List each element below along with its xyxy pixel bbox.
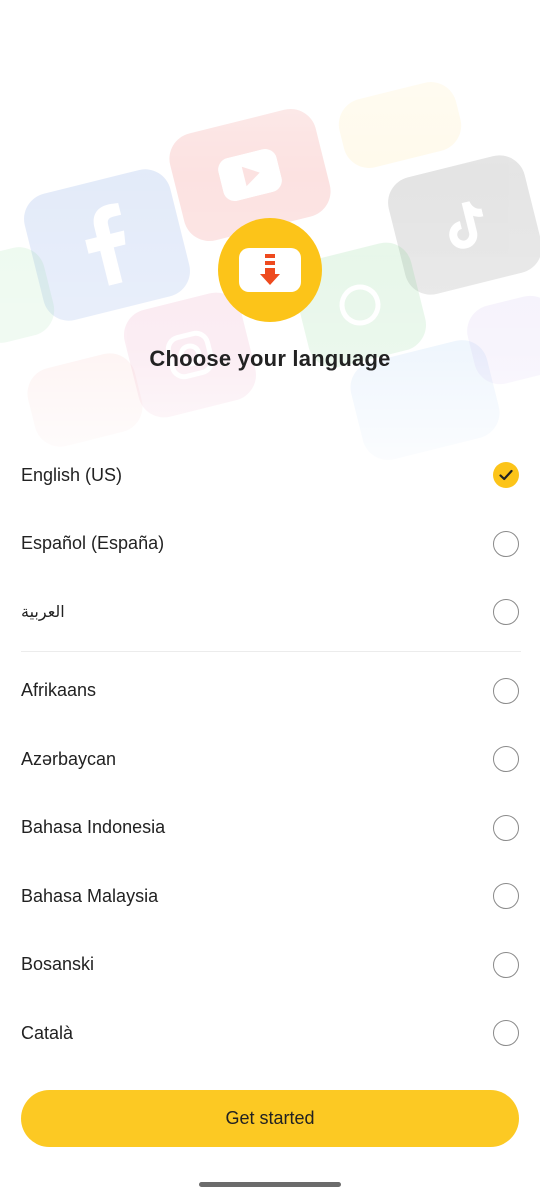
download-arrow-icon bbox=[260, 254, 280, 285]
radio-unselected[interactable] bbox=[493, 530, 519, 557]
get-started-button[interactable]: Get started bbox=[21, 1090, 519, 1147]
radio-unselected[interactable] bbox=[493, 599, 519, 626]
language-label: العربية bbox=[21, 604, 65, 622]
language-option-bahasa-malaysia[interactable]: Bahasa Malaysia bbox=[0, 862, 540, 931]
language-option-bahasa-indonesia[interactable]: Bahasa Indonesia bbox=[0, 794, 540, 863]
home-indicator[interactable] bbox=[199, 1182, 341, 1187]
language-label: Bosanski bbox=[21, 954, 95, 975]
language-list: English (US) Español (España) العربية Af… bbox=[0, 441, 540, 1068]
radio-unselected[interactable] bbox=[493, 1020, 519, 1047]
language-option-afrikaans[interactable]: Afrikaans bbox=[0, 657, 540, 726]
radio-unselected[interactable] bbox=[493, 883, 519, 910]
language-label: Azərbaycan bbox=[21, 748, 117, 769]
language-label: Español (España) bbox=[21, 533, 165, 554]
language-label: English (US) bbox=[21, 464, 123, 485]
language-option-bosanski[interactable]: Bosanski bbox=[0, 931, 540, 1000]
language-option-azerbaycan[interactable]: Azərbaycan bbox=[0, 725, 540, 794]
language-option-espanol[interactable]: Español (España) bbox=[0, 510, 540, 579]
radio-unselected[interactable] bbox=[493, 746, 519, 773]
radio-selected[interactable] bbox=[493, 462, 519, 489]
list-divider bbox=[21, 651, 521, 652]
language-option-english-us[interactable]: English (US) bbox=[0, 441, 540, 510]
app-logo bbox=[218, 218, 322, 322]
language-option-arabic[interactable]: العربية bbox=[0, 578, 540, 647]
radio-unselected[interactable] bbox=[493, 814, 519, 841]
language-label: Català bbox=[21, 1022, 74, 1043]
language-label: Bahasa Malaysia bbox=[21, 885, 159, 906]
checkmark-icon bbox=[499, 470, 513, 481]
page-title: Choose your language bbox=[149, 346, 391, 371]
radio-unselected[interactable] bbox=[493, 951, 519, 978]
language-label: Bahasa Indonesia bbox=[21, 817, 166, 838]
radio-unselected[interactable] bbox=[493, 677, 519, 704]
language-label: Afrikaans bbox=[21, 680, 97, 701]
language-option-catala[interactable]: Català bbox=[0, 999, 540, 1068]
